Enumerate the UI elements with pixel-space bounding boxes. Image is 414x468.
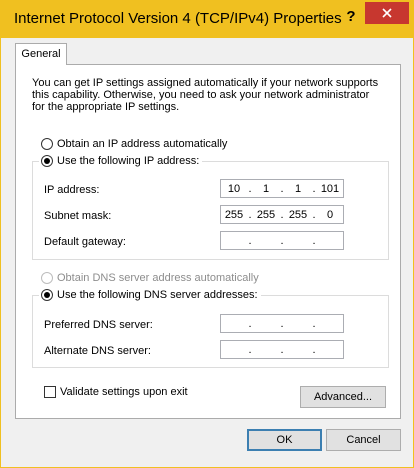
- alternate-dns-input[interactable]: . . .: [220, 340, 344, 359]
- general-tab-panel: You can get IP settings assigned automat…: [15, 64, 401, 419]
- validate-settings-label: Validate settings upon exit: [60, 386, 188, 398]
- preferred-dns-label: Preferred DNS server:: [44, 319, 153, 331]
- title-bar[interactable]: Internet Protocol Version 4 (TCP/IPv4) P…: [1, 1, 413, 38]
- obtain-dns-auto-label: Obtain DNS server address automatically: [57, 272, 259, 284]
- obtain-ip-auto-label: Obtain an IP address automatically: [57, 138, 228, 150]
- dialog-window: Internet Protocol Version 4 (TCP/IPv4) P…: [0, 0, 414, 468]
- obtain-ip-auto-radio[interactable]: [41, 138, 53, 150]
- obtain-ip-auto-option[interactable]: Obtain an IP address automatically: [41, 138, 227, 150]
- use-following-dns-label: Use the following DNS server addresses:: [57, 289, 258, 301]
- ip-address-input[interactable]: 10. 1. 1. 101: [220, 179, 344, 198]
- alternate-dns-label: Alternate DNS server:: [44, 345, 151, 357]
- preferred-dns-input[interactable]: . . .: [220, 314, 344, 333]
- window-title: Internet Protocol Version 4 (TCP/IPv4) P…: [14, 10, 342, 27]
- cancel-button[interactable]: Cancel: [326, 429, 401, 451]
- advanced-button[interactable]: Advanced...: [300, 386, 386, 408]
- use-following-dns-option[interactable]: Use the following DNS server addresses:: [39, 289, 261, 301]
- use-following-ip-radio[interactable]: [41, 155, 53, 167]
- obtain-dns-auto-radio: [41, 272, 53, 284]
- intro-text: You can get IP settings assigned automat…: [32, 77, 379, 113]
- close-icon: [382, 8, 392, 18]
- default-gateway-input[interactable]: . . .: [220, 231, 344, 250]
- subnet-mask-input[interactable]: 255. 255. 255. 0: [220, 205, 344, 224]
- default-gateway-label: Default gateway:: [44, 236, 126, 248]
- validate-settings-checkbox[interactable]: [44, 386, 56, 398]
- subnet-mask-label: Subnet mask:: [44, 210, 112, 222]
- close-button[interactable]: [365, 2, 409, 24]
- validate-settings-option[interactable]: Validate settings upon exit: [44, 386, 188, 398]
- use-following-ip-label: Use the following IP address:: [57, 155, 200, 167]
- obtain-dns-auto-option: Obtain DNS server address automatically: [41, 272, 259, 284]
- use-following-dns-radio[interactable]: [41, 289, 53, 301]
- ip-address-label: IP address:: [44, 184, 100, 196]
- help-button[interactable]: ?: [341, 7, 361, 27]
- tab-general[interactable]: General: [15, 43, 67, 65]
- use-following-ip-option[interactable]: Use the following IP address:: [39, 155, 202, 167]
- ok-button[interactable]: OK: [247, 429, 322, 451]
